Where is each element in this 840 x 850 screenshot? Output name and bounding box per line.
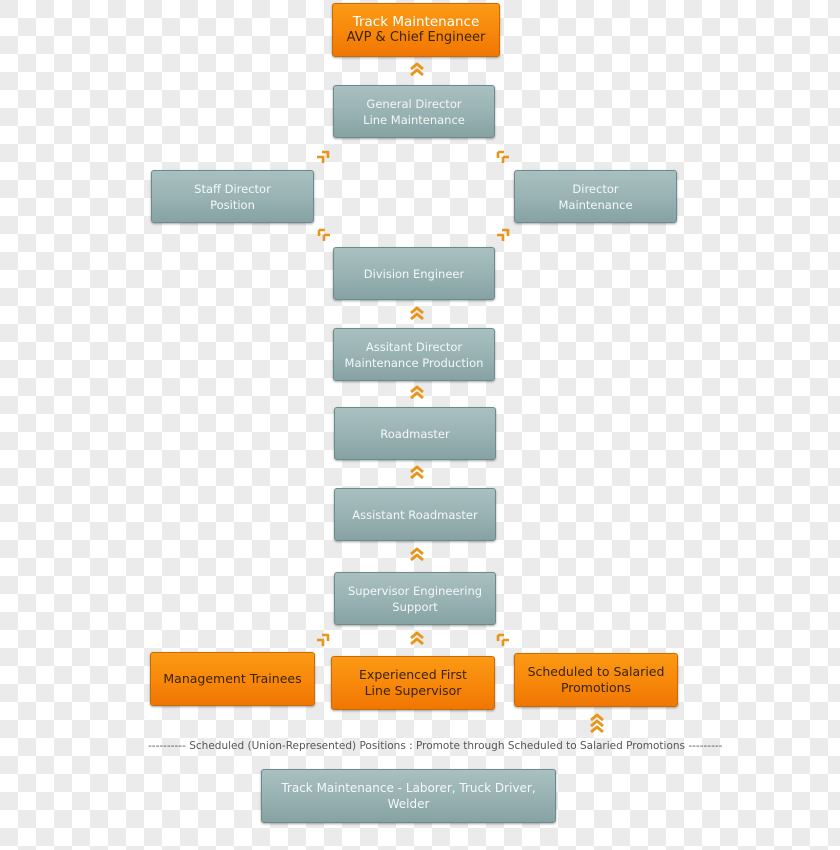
node-title: Supervisor Engineering <box>347 583 483 598</box>
node-subtitle: Position <box>210 197 255 212</box>
triple-chevron-up-icon <box>587 712 607 738</box>
node-title: Experienced First <box>359 667 467 682</box>
node-title: Division Engineer <box>363 266 465 281</box>
diagonal-chevron-up-left-icon <box>493 147 513 167</box>
node-subtitle: Maintenance <box>558 197 633 212</box>
node-subtitle: Maintenance Production <box>344 355 484 370</box>
node-management-trainees: Management Trainees <box>150 652 315 706</box>
node-title: Staff Director <box>194 181 271 196</box>
diagonal-chevron-up-left-icon <box>314 225 334 245</box>
node-subtitle: Line Maintenance <box>363 112 465 127</box>
union-positions-separator: ---------- Scheduled (Union-Represented)… <box>148 740 723 752</box>
node-supervisor-engineering: Supervisor Engineering Support <box>334 572 496 625</box>
node-subtitle: Support <box>392 599 438 614</box>
node-title: Track Maintenance - Laborer, Truck Drive… <box>281 781 536 811</box>
double-chevron-up-icon <box>407 383 427 403</box>
node-title: General Director <box>366 96 462 111</box>
node-subtitle: AVP & Chief Engineer <box>346 30 486 45</box>
double-chevron-up-icon <box>407 304 427 324</box>
double-chevron-up-icon <box>407 60 427 80</box>
node-division-engineer: Division Engineer <box>333 247 495 300</box>
diagonal-chevron-up-right-icon <box>313 630 333 650</box>
node-subtitle: Line Supervisor <box>364 683 462 698</box>
node-assistant-director: Assitant Director Maintenance Production <box>333 328 495 381</box>
node-subtitle: Promotions <box>560 680 632 695</box>
node-title: Scheduled to Salaried <box>527 664 665 679</box>
node-track-maintenance-avp: Track Maintenance AVP & Chief Engineer <box>332 3 500 57</box>
double-chevron-up-icon <box>407 545 427 565</box>
node-title: Assitant Director <box>365 339 463 354</box>
double-chevron-up-icon <box>407 629 427 649</box>
node-general-director: General Director Line Maintenance <box>333 85 495 138</box>
node-roadmaster: Roadmaster <box>334 407 496 460</box>
diagonal-chevron-up-right-icon <box>493 225 513 245</box>
node-track-laborer: Track Maintenance - Laborer, Truck Drive… <box>261 769 556 823</box>
node-scheduled-promotions: Scheduled to Salaried Promotions <box>514 653 678 707</box>
node-title: Director <box>572 181 619 196</box>
node-assistant-roadmaster: Assistant Roadmaster <box>334 488 496 541</box>
node-title: Roadmaster <box>380 426 450 441</box>
diagonal-chevron-up-right-icon <box>313 147 333 167</box>
node-director-maintenance: Director Maintenance <box>514 170 677 223</box>
node-staff-director: Staff Director Position <box>151 170 314 223</box>
node-title: Assistant Roadmaster <box>352 507 478 522</box>
diagonal-chevron-up-left-icon <box>493 630 513 650</box>
node-title: Management Trainees <box>163 671 302 686</box>
node-title: Track Maintenance <box>352 14 480 30</box>
double-chevron-up-icon <box>407 463 427 483</box>
node-experienced-supervisor: Experienced First Line Supervisor <box>331 656 495 710</box>
